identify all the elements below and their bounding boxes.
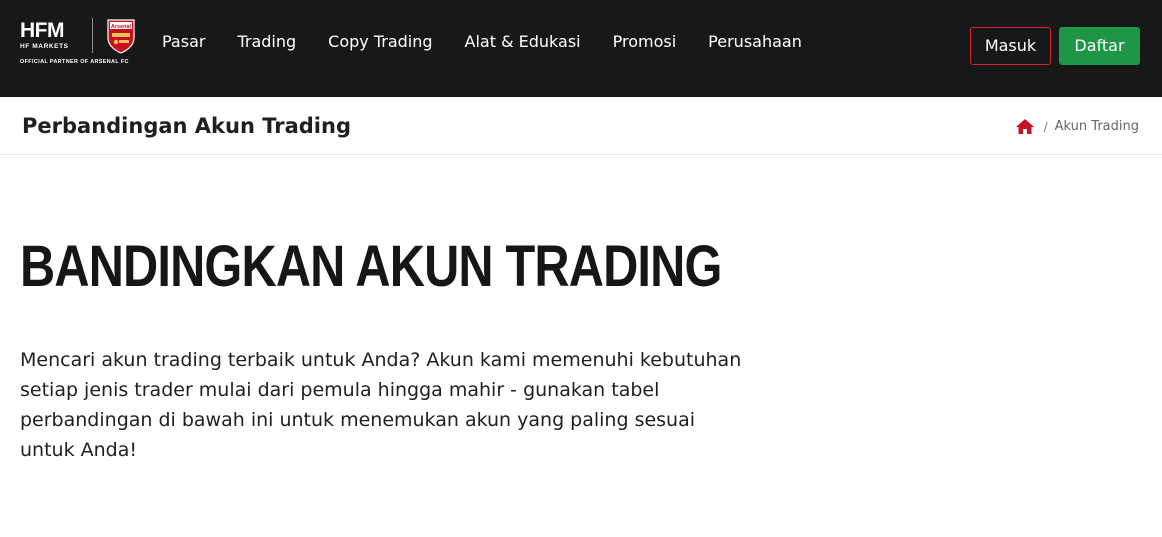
register-button[interactable]: Daftar xyxy=(1059,27,1140,65)
arsenal-crest-icon: Arsenal xyxy=(107,19,135,54)
main-nav: Pasar Trading Copy Trading Alat & Edukas… xyxy=(162,32,834,52)
nav-item-copy-trading[interactable]: Copy Trading xyxy=(328,32,432,52)
logo-wordmark: HFM xyxy=(20,19,65,42)
nav-item-perusahaan[interactable]: Perusahaan xyxy=(708,32,802,52)
login-button[interactable]: Masuk xyxy=(970,27,1051,65)
nav-item-promosi[interactable]: Promosi xyxy=(613,32,677,52)
nav-item-trading[interactable]: Trading xyxy=(237,32,296,52)
top-navbar: HFM HF MARKETS Arsenal OFFICIAL PARTNER … xyxy=(0,0,1162,97)
page-title: Perbandingan Akun Trading xyxy=(22,114,351,138)
hero-heading: BANDINGKAN AKUN TRADING xyxy=(20,234,722,299)
partner-tagline: OFFICIAL PARTNER OF ARSENAL FC xyxy=(20,59,129,65)
logo-divider xyxy=(92,18,93,53)
nav-item-alat-edukasi[interactable]: Alat & Edukasi xyxy=(465,32,581,52)
logo-subtext: HF MARKETS xyxy=(20,43,69,50)
breadcrumb-separator: / xyxy=(1043,119,1048,134)
brand-logo[interactable]: HFM HF MARKETS Arsenal OFFICIAL PARTNER … xyxy=(20,18,140,68)
page-header: Perbandingan Akun Trading / Akun Trading xyxy=(0,97,1162,155)
hero-description: Mencari akun trading terbaik untuk Anda?… xyxy=(20,349,742,461)
crest-label: Arsenal xyxy=(111,24,132,30)
breadcrumb: / Akun Trading xyxy=(1015,118,1139,135)
nav-item-pasar[interactable]: Pasar xyxy=(162,32,205,52)
home-icon[interactable] xyxy=(1015,118,1035,135)
breadcrumb-current: Akun Trading xyxy=(1054,118,1139,134)
